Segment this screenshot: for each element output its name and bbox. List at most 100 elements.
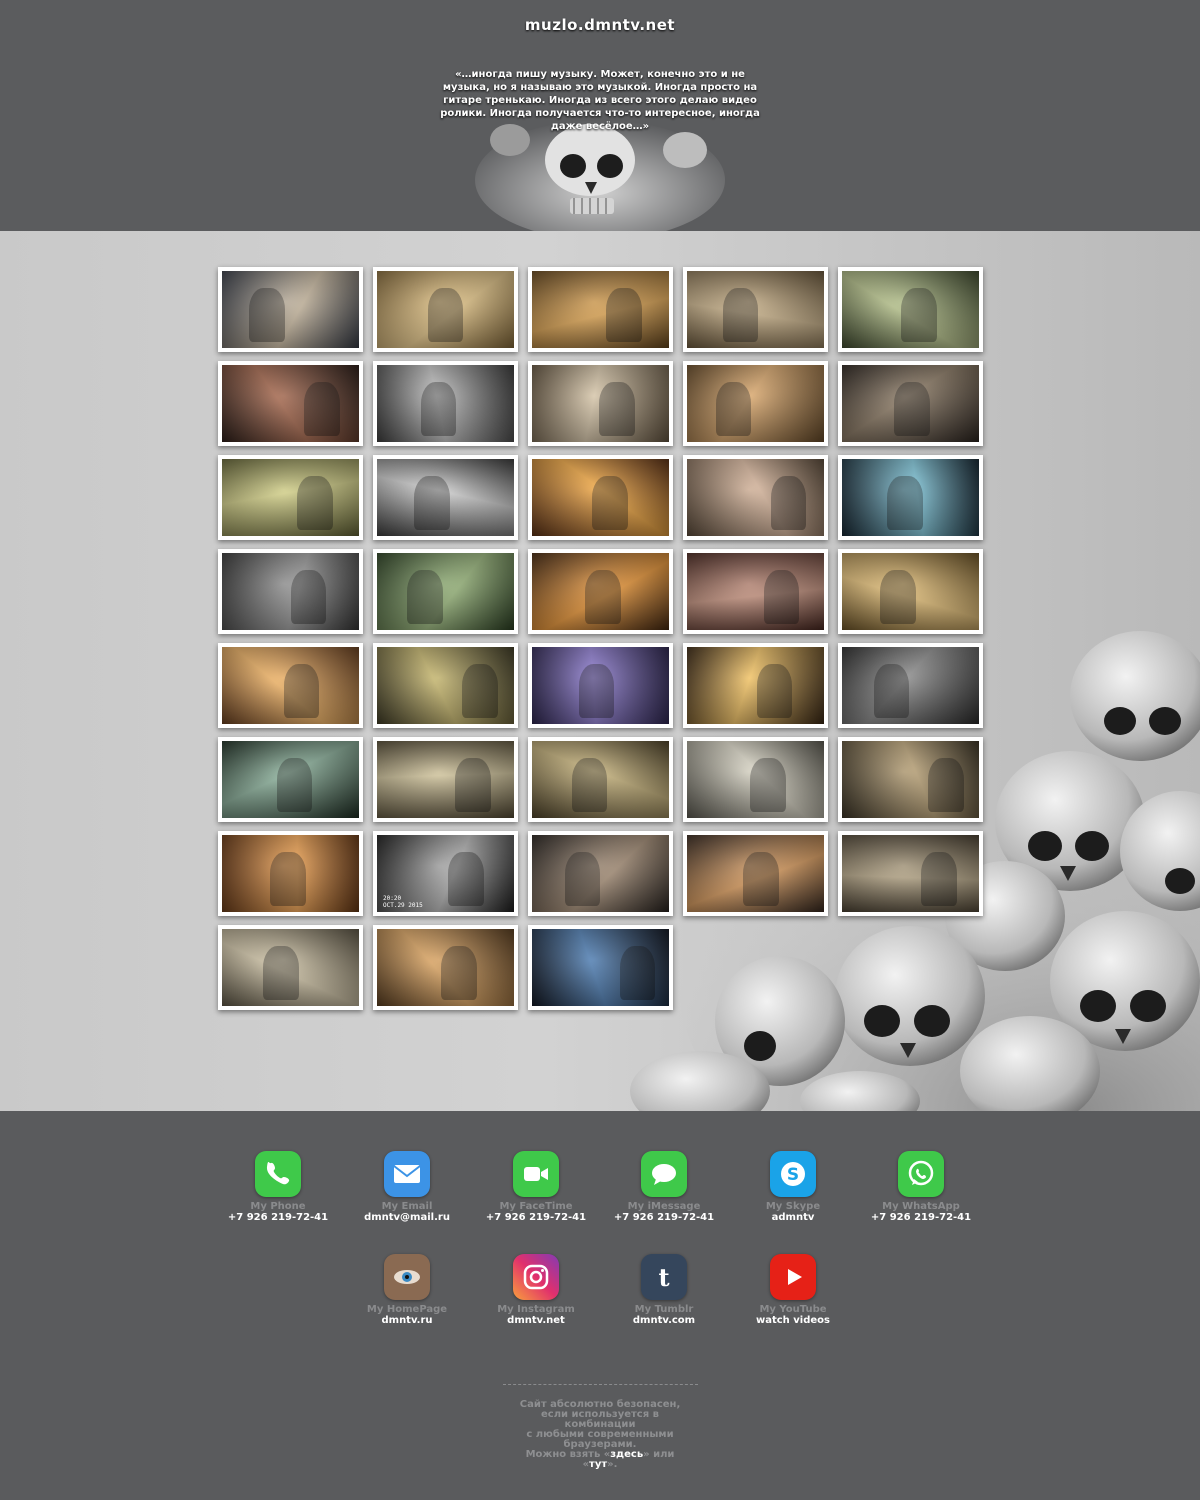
contact-label: My Email <box>381 1201 433 1212</box>
video-thumbnail[interactable] <box>373 643 518 728</box>
contact-instagram[interactable]: My Instagram dmntv.net <box>471 1254 601 1326</box>
video-subject <box>263 945 299 1000</box>
video-preview-image <box>687 365 824 442</box>
video-preview-image <box>687 271 824 348</box>
contact-phone[interactable]: My Phone +7 926 219-72-41 <box>213 1151 343 1223</box>
video-preview-image <box>222 553 359 630</box>
contact-youtube[interactable]: My YouTube watch videos <box>728 1254 858 1326</box>
video-preview-image <box>842 741 979 818</box>
video-thumbnail[interactable] <box>218 455 363 540</box>
video-preview-image <box>377 365 514 442</box>
video-subject <box>455 757 491 812</box>
video-thumbnail[interactable] <box>528 361 673 446</box>
video-thumbnail[interactable] <box>218 361 363 446</box>
video-gallery-section: 20:20 OCT.29 2015 <box>0 231 1200 1111</box>
video-subject <box>297 475 333 530</box>
video-thumbnail[interactable] <box>528 925 673 1010</box>
video-preview-image <box>222 647 359 724</box>
contact-mail[interactable]: My Email dmntv@mail.ru <box>342 1151 472 1223</box>
video-preview-image <box>222 459 359 536</box>
contact-facetime[interactable]: My FaceTime +7 926 219-72-41 <box>471 1151 601 1223</box>
video-thumbnail[interactable] <box>528 549 673 634</box>
video-thumbnail[interactable] <box>218 643 363 728</box>
video-thumbnail[interactable] <box>528 643 673 728</box>
video-subject <box>441 945 477 1000</box>
video-preview-image <box>377 553 514 630</box>
video-preview-image <box>842 365 979 442</box>
video-subject <box>304 381 340 436</box>
contact-label: My WhatsApp <box>882 1201 960 1212</box>
contact-value: +7 926 219-72-41 <box>485 1212 587 1223</box>
contact-value: watch videos <box>755 1315 830 1326</box>
footer: My Phone +7 926 219-72-41 My Email dmntv@ma… <box>0 1111 1200 1500</box>
video-preview-image <box>842 553 979 630</box>
site-title[interactable]: muzlo.dmntv.net <box>0 16 1200 34</box>
video-thumbnail[interactable] <box>373 267 518 352</box>
header: muzlo.dmntv.net «…иногда пишу музыку. Мо… <box>0 0 1200 231</box>
video-preview-image <box>222 365 359 442</box>
video-preview-image <box>532 647 669 724</box>
video-thumbnail[interactable] <box>528 267 673 352</box>
video-thumbnail[interactable] <box>683 455 828 540</box>
video-preview-image <box>377 741 514 818</box>
video-thumbnail[interactable] <box>218 549 363 634</box>
video-thumbnail[interactable] <box>373 925 518 1010</box>
video-thumbnail[interactable] <box>683 643 828 728</box>
contact-eye[interactable]: My HomePage dmntv.ru <box>342 1254 472 1326</box>
video-preview-image <box>687 553 824 630</box>
video-thumbnail[interactable] <box>528 831 673 916</box>
video-thumbnail[interactable] <box>528 455 673 540</box>
video-thumbnail-grid: 20:20 OCT.29 2015 <box>218 267 988 1010</box>
contact-label: My Instagram <box>497 1304 575 1315</box>
video-thumbnail[interactable] <box>218 831 363 916</box>
video-thumbnail[interactable] <box>373 361 518 446</box>
video-thumbnail[interactable] <box>838 361 983 446</box>
video-thumbnail[interactable] <box>373 455 518 540</box>
divider <box>503 1384 698 1385</box>
video-thumbnail[interactable] <box>683 267 828 352</box>
video-preview-image <box>842 271 979 348</box>
video-subject <box>564 851 601 906</box>
contact-whatsapp[interactable]: My WhatsApp +7 926 219-72-41 <box>856 1151 986 1223</box>
video-thumbnail[interactable] <box>218 737 363 822</box>
video-subject <box>571 757 608 812</box>
contact-imessage[interactable]: My iMessage +7 926 219-72-41 <box>599 1151 729 1223</box>
video-subject <box>599 381 635 436</box>
video-thumbnail[interactable] <box>838 737 983 822</box>
contact-tumblr[interactable]: t My Tumblr dmntv.com <box>599 1254 729 1326</box>
video-preview-image <box>222 271 359 348</box>
video-subject <box>269 851 306 906</box>
video-thumbnail[interactable] <box>838 831 983 916</box>
video-thumbnail[interactable] <box>683 549 828 634</box>
video-thumbnail[interactable] <box>838 643 983 728</box>
video-thumbnail[interactable] <box>838 267 983 352</box>
video-subject <box>578 663 615 718</box>
contact-label: My FaceTime <box>499 1201 573 1212</box>
video-preview-image <box>222 741 359 818</box>
video-preview-image <box>687 459 824 536</box>
video-thumbnail[interactable] <box>838 455 983 540</box>
video-subject <box>928 757 964 812</box>
video-subject <box>873 663 910 718</box>
video-thumbnail[interactable] <box>683 831 828 916</box>
video-thumbnail[interactable] <box>683 361 828 446</box>
video-subject <box>900 287 937 342</box>
video-thumbnail[interactable] <box>838 549 983 634</box>
video-thumbnail[interactable] <box>218 267 363 352</box>
link-there[interactable]: тут <box>589 1459 607 1470</box>
video-preview-image <box>222 929 359 1006</box>
video-thumbnail[interactable] <box>373 549 518 634</box>
video-thumbnail[interactable] <box>218 925 363 1010</box>
video-subject <box>722 287 759 342</box>
video-thumbnail[interactable]: 20:20 OCT.29 2015 <box>373 831 518 916</box>
video-subject <box>756 663 793 718</box>
svg-text:S: S <box>787 1165 799 1185</box>
video-subject <box>743 851 779 906</box>
video-thumbnail[interactable] <box>683 737 828 822</box>
skype-icon: S <box>770 1151 816 1197</box>
video-thumbnail[interactable] <box>528 737 673 822</box>
video-subject <box>249 287 285 342</box>
video-preview-image <box>532 553 669 630</box>
video-thumbnail[interactable] <box>373 737 518 822</box>
contact-skype[interactable]: S My Skype admntv <box>728 1151 858 1223</box>
